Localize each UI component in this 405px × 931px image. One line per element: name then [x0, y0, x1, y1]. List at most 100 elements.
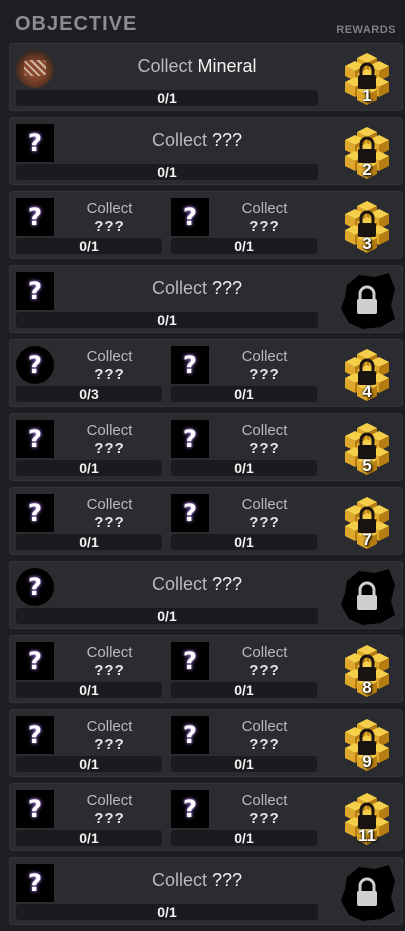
- objective-target-name: ???: [249, 366, 280, 383]
- progress-bar: 0/1: [16, 90, 318, 106]
- objective-row[interactable]: ? Collect??? 0/1? Collect??? 0/1 9: [9, 709, 403, 777]
- progress-bar: 0/1: [16, 238, 162, 254]
- objective-item: ? Collect ??? 0/1: [9, 117, 327, 185]
- objective-item: ? Collect??? 0/1: [164, 635, 320, 703]
- progress-bar: 0/1: [171, 238, 317, 254]
- progress-bar: 0/1: [171, 460, 317, 476]
- objective-item: ? Collect ??? 0/1: [9, 265, 327, 333]
- objective-target-name: ???: [94, 218, 125, 235]
- objective-row[interactable]: ? Collect??? 0/1? Collect??? 0/1 3: [9, 191, 403, 259]
- progress-bar: 0/1: [16, 756, 162, 772]
- locked-reward-icon[interactable]: [333, 563, 401, 627]
- objective-row[interactable]: ? Collect??? 0/1? Collect??? 0/1 11: [9, 783, 403, 851]
- progress-text: 0/1: [79, 238, 99, 254]
- objective-target-name: ???: [94, 366, 125, 383]
- gold-cube-reward-icon[interactable]: 7: [333, 489, 401, 553]
- objective-item: ? Collect??? 0/1: [164, 413, 320, 481]
- objective-label: Collect???: [54, 644, 165, 680]
- gold-cube-reward-icon[interactable]: 9: [333, 711, 401, 775]
- question-icon: ?: [171, 494, 209, 532]
- objective-item: ? Collect??? 0/1: [9, 413, 165, 481]
- objective-target-name: ???: [249, 514, 280, 531]
- locked-reward-icon[interactable]: [333, 267, 401, 331]
- progress-bar: 0/1: [171, 830, 317, 846]
- objective-row[interactable]: ? Collect ??? 0/1 2: [9, 117, 403, 185]
- progress-text: 0/1: [234, 460, 254, 476]
- objective-row[interactable]: ? Collect??? 0/1? Collect??? 0/1 5: [9, 413, 403, 481]
- objective-item: ? Collect??? 0/1: [164, 487, 320, 555]
- objective-item: ? Collect??? 0/1: [164, 191, 320, 259]
- gold-cube-reward-icon[interactable]: 1: [333, 45, 401, 109]
- question-icon: ?: [16, 346, 54, 384]
- objective-verb: Collect: [151, 574, 207, 594]
- gold-cube-reward-icon[interactable]: 4: [333, 341, 401, 405]
- question-icon: ?: [16, 568, 54, 606]
- progress-text: 0/1: [234, 756, 254, 772]
- objective-target-name: ???: [212, 278, 243, 298]
- progress-bar: 0/1: [171, 682, 317, 698]
- reward-tier-number: 1: [362, 86, 372, 105]
- objective-row[interactable]: ? Collect ??? 0/1: [9, 857, 403, 925]
- progress-bar: 0/1: [16, 460, 162, 476]
- objective-verb: Collect: [86, 496, 133, 513]
- objective-label: Collect???: [54, 718, 165, 754]
- objective-verb: Collect: [241, 496, 288, 513]
- objective-verb: Collect: [86, 792, 133, 809]
- objective-label: Collect???: [54, 496, 165, 532]
- objective-row[interactable]: ? Collect??? 0/1? Collect??? 0/1 8: [9, 635, 403, 703]
- locked-reward-icon[interactable]: [333, 859, 401, 923]
- progress-bar: 0/1: [16, 682, 162, 698]
- objective-label: Collect ???: [67, 870, 327, 891]
- objective-item: ? Collect??? 0/1: [164, 783, 320, 851]
- objective-item: ? Collect??? 0/1: [9, 709, 165, 777]
- question-icon: ?: [16, 494, 54, 532]
- progress-bar: 0/1: [16, 904, 318, 920]
- objective-target-name: ???: [249, 736, 280, 753]
- objective-target-name: ???: [212, 870, 243, 890]
- question-icon: ?: [171, 346, 209, 384]
- question-icon: ?: [16, 864, 54, 902]
- objective-target-name: ???: [249, 810, 280, 827]
- objective-label: Collect Mineral: [67, 56, 327, 77]
- objective-item: ? Collect??? 0/1: [164, 339, 320, 407]
- objective-label: Collect ???: [67, 130, 327, 151]
- gold-cube-reward-icon[interactable]: 3: [333, 193, 401, 257]
- objective-row[interactable]: ? Collect ??? 0/1: [9, 561, 403, 629]
- objective-target-name: ???: [212, 130, 243, 150]
- progress-text: 0/1: [79, 460, 99, 476]
- objective-header: OBJECTIVE REWARDS: [0, 0, 405, 42]
- progress-text: 0/1: [234, 682, 254, 698]
- objective-target-name: ???: [94, 736, 125, 753]
- objective-row[interactable]: ? Collect ??? 0/1: [9, 265, 403, 333]
- objective-target-name: Mineral: [197, 56, 257, 76]
- objective-row[interactable]: ? Collect??? 0/1? Collect??? 0/1 7: [9, 487, 403, 555]
- objective-item: ? Collect??? 0/1: [9, 635, 165, 703]
- objective-list: Collect Mineral 0/1 1? Collect ??? 0/1 2? Coll…: [9, 43, 403, 931]
- progress-bar: 0/1: [16, 164, 318, 180]
- objective-label: Collect???: [54, 792, 165, 828]
- progress-text: 0/1: [234, 386, 254, 402]
- progress-text: 0/1: [79, 830, 99, 846]
- objective-verb: Collect: [86, 348, 133, 365]
- objective-label: Collect???: [54, 422, 165, 458]
- progress-text: 0/1: [234, 238, 254, 254]
- objective-target-name: ???: [94, 514, 125, 531]
- gold-cube-reward-icon[interactable]: 2: [333, 119, 401, 183]
- objective-row[interactable]: ? Collect??? 0/3? Collect??? 0/1 4: [9, 339, 403, 407]
- gold-cube-reward-icon[interactable]: 5: [333, 415, 401, 479]
- question-icon: ?: [16, 124, 54, 162]
- gold-cube-reward-icon[interactable]: 11: [333, 785, 401, 849]
- objective-item: ? Collect ??? 0/1: [9, 561, 327, 629]
- reward-tier-number: 4: [362, 382, 372, 401]
- progress-text: 0/1: [157, 312, 177, 328]
- objective-title: OBJECTIVE: [15, 13, 138, 35]
- progress-bar: 0/1: [16, 312, 318, 328]
- question-icon: ?: [16, 716, 54, 754]
- progress-text: 0/1: [79, 682, 99, 698]
- gold-cube-reward-icon[interactable]: 8: [333, 637, 401, 701]
- objective-verb: Collect: [86, 422, 133, 439]
- objective-verb: Collect: [241, 718, 288, 735]
- reward-tier-number: 9: [362, 752, 372, 771]
- objective-label: Collect ???: [67, 574, 327, 595]
- objective-row[interactable]: Collect Mineral 0/1 1: [9, 43, 403, 111]
